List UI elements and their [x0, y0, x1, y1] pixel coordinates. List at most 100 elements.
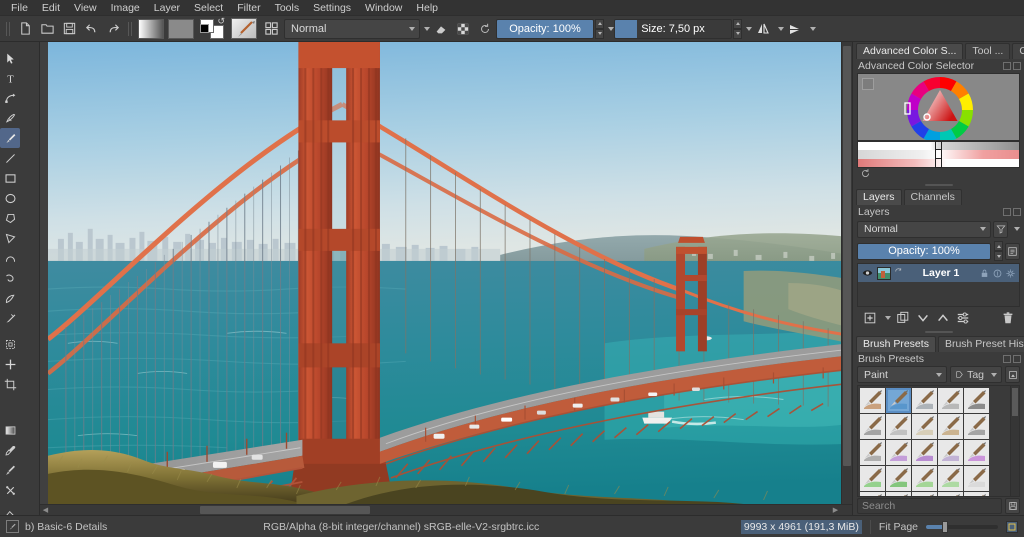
pattern-swatch[interactable] — [168, 18, 194, 39]
polyline-tool[interactable] — [0, 228, 20, 248]
colorize-mask-tool[interactable] — [0, 460, 20, 480]
preserve-alpha-button[interactable] — [452, 18, 474, 40]
layer-blend-mode-combobox[interactable]: Normal — [857, 220, 991, 238]
menu-item-settings[interactable]: Settings — [306, 0, 358, 16]
save-document-button[interactable] — [58, 18, 80, 40]
move-layer-up-button[interactable] — [934, 310, 951, 327]
current-preset-icon[interactable] — [6, 520, 19, 533]
blend-mode-combobox[interactable]: Normal — [284, 18, 420, 39]
tab-channels[interactable]: Channels — [903, 189, 962, 205]
bezier-curve-tool[interactable] — [0, 248, 20, 268]
status-image-dimensions[interactable]: 9993 x 4961 (191,3 MiB) — [740, 519, 862, 534]
gradient-swatch[interactable] — [138, 18, 164, 39]
brush-grid-scrollbar[interactable] — [1010, 386, 1019, 496]
polygon-tool[interactable] — [0, 208, 20, 228]
text-tool[interactable]: T — [0, 68, 20, 88]
menu-item-filter[interactable]: Filter — [230, 0, 267, 16]
size-dropdown[interactable] — [742, 19, 752, 39]
table-row[interactable]: Layer 1 — [858, 264, 1019, 282]
size-spinner[interactable] — [733, 18, 742, 39]
scroll-right-icon[interactable]: ▶ — [830, 505, 841, 515]
brush-preset-d-airbrush-soft[interactable] — [937, 387, 963, 413]
brush-preset-w-blue-dab[interactable] — [911, 491, 937, 496]
tab-layers[interactable]: Layers — [856, 189, 902, 205]
brush-preset-settings-button[interactable] — [1005, 366, 1020, 383]
brush-preset-y-teal-spray[interactable] — [963, 491, 989, 496]
zoom-slider-handle[interactable] — [942, 520, 948, 533]
canvas-horizontal-scrollbar[interactable]: ◀ ▶ — [40, 504, 852, 515]
layer-filter-dropdown[interactable] — [1010, 219, 1020, 239]
open-document-button[interactable] — [36, 18, 58, 40]
color-wheel-canvas[interactable] — [857, 73, 1020, 141]
add-layer-dropdown[interactable] — [881, 308, 891, 328]
brush-preset-l-purple-wash[interactable] — [885, 439, 911, 465]
hue-gradient-strip[interactable] — [857, 158, 1020, 168]
mirror-vertical-dropdown[interactable] — [806, 19, 816, 39]
mirror-horizontal-button[interactable] — [752, 18, 774, 40]
color-wheel[interactable] — [858, 74, 1020, 141]
freehand-brush-tool[interactable] — [0, 128, 20, 148]
line-tool[interactable] — [0, 148, 20, 168]
layers-header-buttons[interactable] — [1003, 208, 1021, 216]
dynamic-brush-tool[interactable] — [0, 288, 20, 308]
brush-preset-h-bristle-round[interactable] — [911, 413, 937, 439]
brush-preset-grid[interactable] — [857, 385, 1020, 497]
tag-button[interactable]: Tag — [950, 366, 1002, 383]
tab-brush-presets[interactable]: Brush Presets — [856, 336, 936, 352]
save-preset-icon[interactable] — [1005, 497, 1020, 514]
foreground-background-color[interactable]: ↺ — [200, 16, 225, 40]
brush-preset-s-light-green[interactable] — [937, 465, 963, 491]
opacity-dropdown[interactable] — [604, 19, 614, 39]
swap-colors-icon[interactable]: ↺ — [217, 16, 225, 27]
toolbar-grip[interactable] — [5, 20, 11, 38]
document-canvas[interactable] — [48, 42, 849, 504]
move-layer-down-button[interactable] — [914, 310, 931, 327]
horizontal-scrollbar-thumb[interactable] — [200, 506, 370, 514]
smart-patch-tool[interactable] — [0, 480, 20, 500]
opacity-spinner[interactable] — [595, 18, 604, 39]
brush-preset-q-green-ink[interactable] — [885, 465, 911, 491]
tab-tool-options[interactable]: Tool ... — [965, 43, 1011, 59]
rectangle-tool[interactable] — [0, 168, 20, 188]
layer-visibility-icon[interactable] — [861, 267, 874, 280]
zoom-fit-icon[interactable] — [1006, 520, 1018, 533]
size-slider[interactable]: Size: 7,50 px — [614, 18, 732, 39]
brush-preset-c-ink-pen[interactable] — [911, 387, 937, 413]
tab-brush-preset-history[interactable]: Brush Preset History — [937, 336, 1024, 352]
layer-properties-shortcut-button[interactable] — [1005, 242, 1020, 260]
layer-opacity-slider[interactable]: Opacity: 100% — [857, 242, 991, 260]
select-shapes-tool[interactable] — [0, 48, 20, 68]
brush-preset-r-lime-squiggle[interactable] — [911, 465, 937, 491]
brush-preset-i-dry-bristles[interactable] — [937, 413, 963, 439]
brush-preset-p-green-sketch[interactable] — [859, 465, 885, 491]
menu-item-edit[interactable]: Edit — [35, 0, 67, 16]
brush-preset-f-marker[interactable] — [859, 413, 885, 439]
calligraphy-tool[interactable] — [0, 108, 20, 128]
brush-preset-o-magenta-paint[interactable] — [963, 439, 989, 465]
zoom-slider[interactable] — [926, 520, 998, 533]
new-document-button[interactable] — [14, 18, 36, 40]
menu-item-view[interactable]: View — [67, 0, 104, 16]
eraser-mode-button[interactable] — [430, 18, 452, 40]
brush-preset-v-texture-brush[interactable] — [885, 491, 911, 496]
ellipse-tool[interactable] — [0, 188, 20, 208]
move-tool[interactable] — [0, 354, 20, 374]
opacity-slider[interactable]: Opacity: 100% — [496, 18, 594, 39]
brush-tag-combobox[interactable]: Paint — [857, 366, 948, 383]
brush-preset-b-basic-6-details[interactable] — [885, 387, 911, 413]
brush-preset-k-blender[interactable] — [859, 439, 885, 465]
edit-shapes-tool[interactable] — [0, 88, 20, 108]
gradient-tool[interactable] — [0, 420, 20, 440]
layer-properties-button[interactable] — [954, 310, 971, 327]
zoom-level-label[interactable]: Fit Page — [879, 521, 918, 533]
brush-preset-u-smudge-soft[interactable] — [859, 491, 885, 496]
brush-preset-m-violet-ink[interactable] — [911, 439, 937, 465]
brush-preset-picker-button[interactable] — [260, 18, 282, 40]
layer-opacity-spinner[interactable] — [994, 241, 1003, 261]
toolbar-grip-2[interactable] — [127, 20, 133, 38]
brush-preset-j-wet-paint[interactable] — [963, 413, 989, 439]
tab-overview[interactable]: O... — [1012, 43, 1024, 59]
mirror-horizontal-dropdown[interactable] — [774, 19, 784, 39]
mirror-vertical-button[interactable] — [784, 18, 806, 40]
menu-item-select[interactable]: Select — [187, 0, 230, 16]
